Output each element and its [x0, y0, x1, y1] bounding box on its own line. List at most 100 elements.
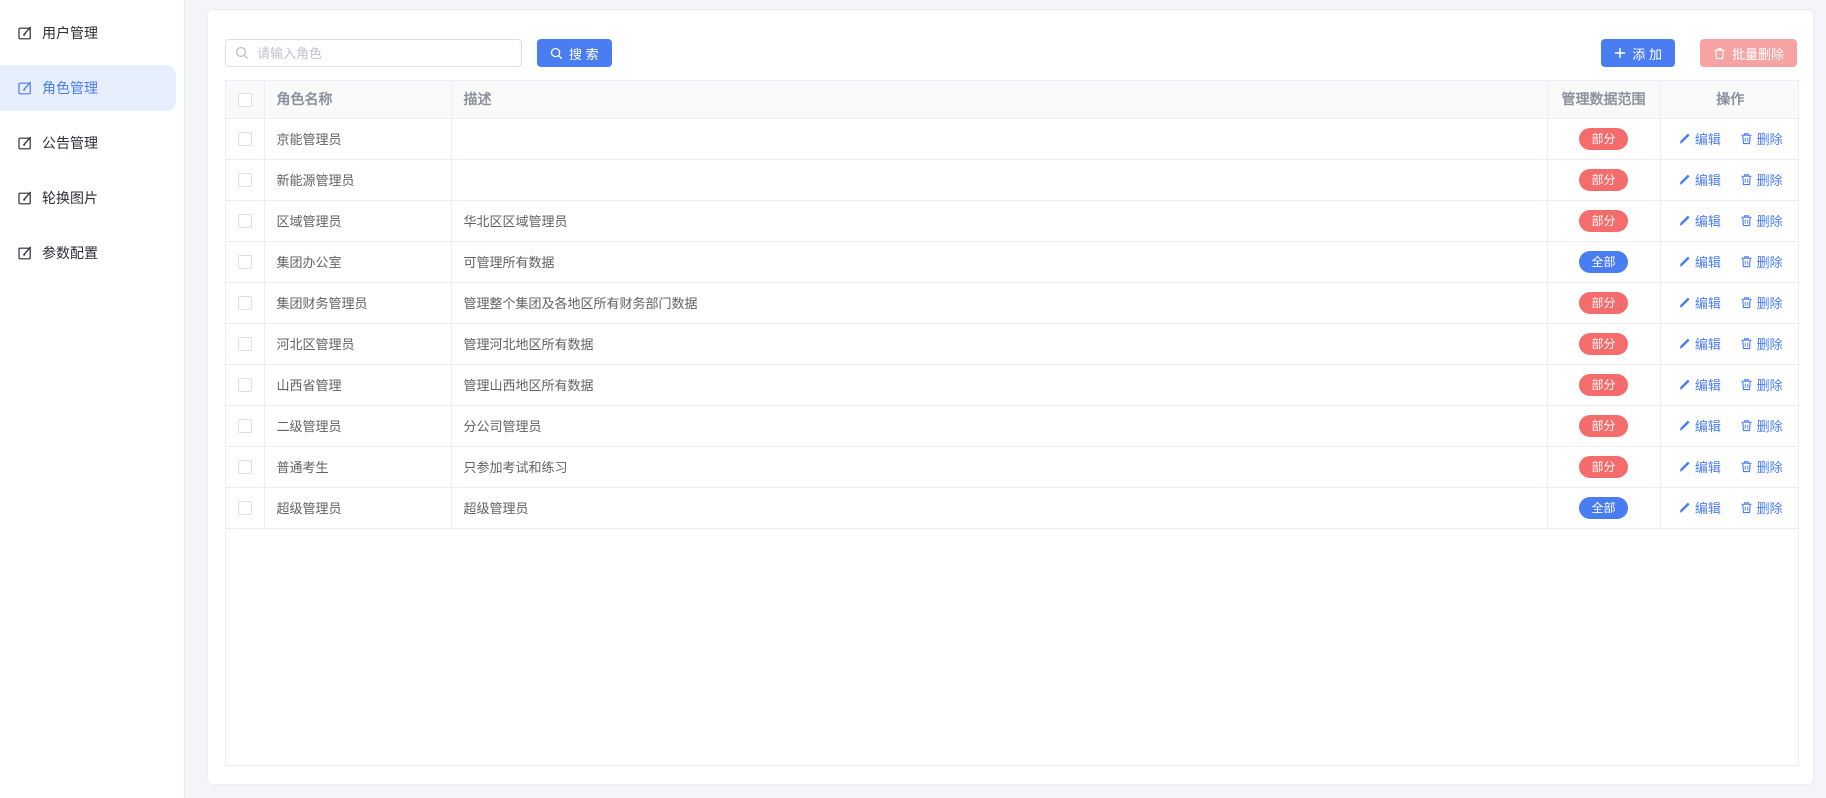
row-checkbox[interactable]	[237, 378, 252, 393]
edit-label: 编辑	[1694, 378, 1721, 393]
role-desc-cell: 华北区区域管理员	[451, 200, 1548, 242]
sidebar-item-label: 参数配置	[42, 245, 98, 261]
edit-button[interactable]: 编辑	[1678, 252, 1721, 271]
role-name-cell: 京能管理员	[264, 118, 452, 160]
edit-button[interactable]: 编辑	[1678, 211, 1721, 230]
row-checkbox[interactable]	[237, 173, 252, 188]
edit-square-icon	[18, 191, 32, 205]
table-row: 京能管理员 部分 编辑 删除	[226, 118, 1798, 160]
delete-button[interactable]: 删除	[1740, 416, 1783, 435]
scope-badge: 部分	[1579, 168, 1628, 191]
role-desc-cell: 只参加考试和练习	[451, 446, 1548, 488]
edit-button[interactable]: 编辑	[1678, 375, 1721, 394]
delete-button[interactable]: 删除	[1740, 457, 1783, 476]
scope-badge: 部分	[1579, 332, 1628, 355]
edit-label: 编辑	[1694, 419, 1721, 434]
trash-icon	[1740, 215, 1752, 227]
delete-button[interactable]: 删除	[1740, 170, 1783, 189]
edit-label: 编辑	[1694, 214, 1721, 229]
row-checkbox[interactable]	[237, 132, 252, 147]
pencil-icon	[1679, 461, 1690, 472]
pencil-icon	[1679, 338, 1690, 349]
delete-button[interactable]: 删除	[1740, 375, 1783, 394]
sidebar: 用户管理 角色管理 公告管理 轮换图片 参数配置	[0, 0, 185, 798]
row-checkbox[interactable]	[237, 337, 252, 352]
add-button-label: 添 加	[1632, 46, 1662, 62]
table-row: 超级管理员 超级管理员 全部 编辑 删除	[226, 487, 1798, 529]
plus-icon	[1615, 48, 1626, 58]
role-name-cell: 山西省管理	[264, 364, 452, 406]
pencil-icon	[1679, 420, 1690, 431]
edit-button[interactable]: 编辑	[1678, 498, 1721, 517]
sidebar-item-0[interactable]: 用户管理	[0, 10, 176, 56]
row-checkbox[interactable]	[237, 296, 252, 311]
trash-icon	[1740, 338, 1752, 350]
edit-button[interactable]: 编辑	[1678, 170, 1721, 189]
search-button[interactable]: 搜 索	[537, 39, 612, 67]
trash-icon	[1714, 47, 1725, 59]
edit-label: 编辑	[1694, 296, 1721, 311]
edit-label: 编辑	[1694, 460, 1721, 475]
trash-icon	[1740, 379, 1752, 391]
delete-button[interactable]: 删除	[1740, 211, 1783, 230]
edit-button[interactable]: 编辑	[1678, 129, 1721, 148]
role-name-cell: 超级管理员	[264, 487, 452, 529]
trash-icon	[1740, 297, 1752, 309]
sidebar-item-3[interactable]: 轮换图片	[0, 175, 176, 221]
search-icon	[235, 46, 249, 60]
table-row: 集团财务管理员 管理整个集团及各地区所有财务部门数据 部分 编辑 删除	[226, 282, 1798, 324]
sidebar-item-1[interactable]: 角色管理	[0, 65, 176, 111]
table-row: 二级管理员 分公司管理员 部分 编辑 删除	[226, 405, 1798, 447]
table-row: 山西省管理 管理山西地区所有数据 部分 编辑 删除	[226, 364, 1798, 406]
role-name-cell: 区域管理员	[264, 200, 452, 242]
pencil-icon	[1679, 133, 1690, 144]
delete-button[interactable]: 删除	[1740, 498, 1783, 517]
delete-label: 删除	[1756, 378, 1783, 393]
edit-button[interactable]: 编辑	[1678, 416, 1721, 435]
search-icon	[550, 47, 563, 59]
table-row: 新能源管理员 部分 编辑 删除	[226, 159, 1798, 201]
add-button[interactable]: 添 加	[1601, 39, 1675, 67]
edit-button[interactable]: 编辑	[1678, 293, 1721, 312]
row-checkbox[interactable]	[237, 501, 252, 516]
scope-badge: 部分	[1579, 373, 1628, 396]
edit-square-icon	[18, 136, 32, 150]
delete-button[interactable]: 删除	[1740, 129, 1783, 148]
edit-label: 编辑	[1694, 255, 1721, 270]
delete-label: 删除	[1756, 255, 1783, 270]
row-checkbox[interactable]	[237, 419, 252, 434]
sidebar-item-4[interactable]: 参数配置	[0, 230, 176, 276]
pencil-icon	[1679, 215, 1690, 226]
scope-badge: 全部	[1579, 250, 1628, 273]
sidebar-item-2[interactable]: 公告管理	[0, 120, 176, 166]
batch-delete-button[interactable]: 批量删除	[1699, 39, 1797, 67]
row-checkbox[interactable]	[237, 460, 252, 475]
role-name-cell: 新能源管理员	[264, 159, 452, 201]
sidebar-item-label: 公告管理	[42, 135, 98, 151]
search-input[interactable]	[225, 39, 522, 67]
table-row: 河北区管理员 管理河北地区所有数据 部分 编辑 删除	[226, 323, 1798, 365]
pencil-icon	[1679, 297, 1690, 308]
toolbar: 搜 索 添 加 批量删除	[225, 39, 1797, 67]
edit-button[interactable]: 编辑	[1678, 334, 1721, 353]
edit-button[interactable]: 编辑	[1678, 457, 1721, 476]
delete-button[interactable]: 删除	[1740, 334, 1783, 353]
role-desc-cell: 可管理所有数据	[451, 241, 1548, 283]
edit-square-icon	[18, 246, 32, 260]
scope-badge: 部分	[1579, 414, 1628, 437]
scope-badge: 部分	[1579, 291, 1628, 314]
delete-button[interactable]: 删除	[1740, 293, 1783, 312]
delete-button[interactable]: 删除	[1740, 252, 1783, 271]
role-name-cell: 河北区管理员	[264, 323, 452, 365]
trash-icon	[1740, 461, 1752, 473]
search-field	[225, 39, 522, 67]
row-checkbox[interactable]	[237, 214, 252, 229]
select-all-checkbox[interactable]	[237, 93, 252, 108]
table-row: 集团办公室 可管理所有数据 全部 编辑 删除	[226, 241, 1798, 283]
role-name-cell: 集团办公室	[264, 241, 452, 283]
trash-icon	[1740, 420, 1752, 432]
row-checkbox[interactable]	[237, 255, 252, 270]
trash-icon	[1740, 133, 1752, 145]
header-scope: 管理数据范围	[1547, 81, 1661, 119]
main-area: 搜 索 添 加 批量删除	[185, 0, 1826, 798]
